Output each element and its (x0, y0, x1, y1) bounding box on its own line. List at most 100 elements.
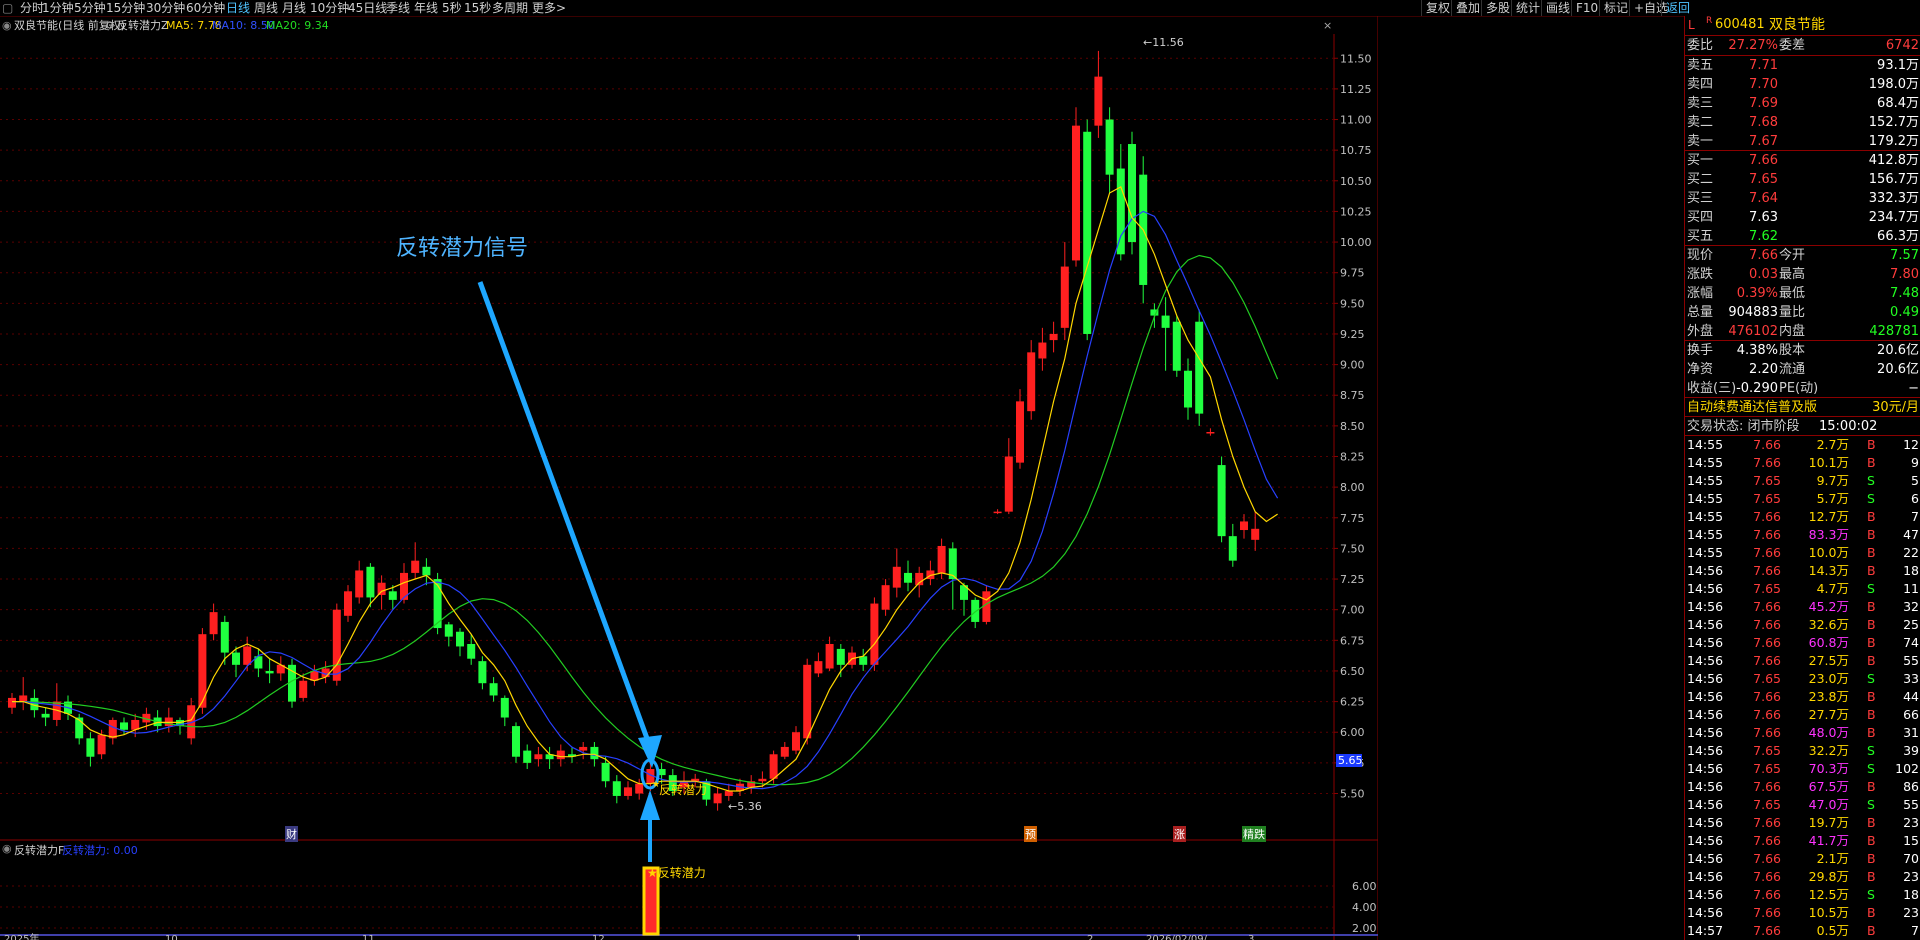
candle-body (523, 750, 532, 763)
candle-body (232, 652, 240, 665)
price-axis-label: 5.50 (1340, 787, 1365, 800)
candle-body (904, 572, 912, 583)
kline-chart[interactable]: 11.50 11.25 11.00 10.75 10.50 10.25 10.00 9.75 9… (0, 0, 1378, 940)
buy-level-3[interactable]: 买四 7.63 234.7万 (1685, 208, 1920, 227)
tick-row: 14:56 7.66 67.5万 B 86 (1687, 779, 1919, 794)
tick-row: 14:55 7.65 9.7万 S 5 (1687, 473, 1919, 488)
panel-header: L R 600481 双良节能 (1685, 16, 1920, 34)
toolbar-button-1[interactable]: 叠加 (1451, 0, 1484, 16)
toolbar-button-5[interactable]: F10 (1571, 0, 1602, 16)
candle-body (556, 750, 565, 760)
tick-row: 14:56 7.65 32.2万 S 39 (1687, 743, 1919, 758)
candle-body (1240, 521, 1248, 531)
candle-body (1228, 536, 1237, 561)
price-axis-label: 8.25 (1340, 451, 1365, 464)
candle-body (1161, 315, 1170, 328)
sell-level-3[interactable]: 卖二 7.68 152.7万 (1685, 113, 1920, 132)
tick-row: 14:55 7.66 10.0万 B 22 (1687, 545, 1919, 560)
toolbar-button-6[interactable]: 标记 (1599, 0, 1632, 16)
signal-arrow-line (477, 281, 655, 753)
tick-row: 14:55 7.66 83.3万 B 47 (1687, 527, 1919, 542)
candle-body (769, 754, 778, 779)
date-axis-label: 2025年 (4, 932, 39, 940)
date-axis-label: 3 (1248, 934, 1254, 940)
stock-name: 双良节能 (1769, 17, 1825, 33)
candle-body (1060, 266, 1069, 328)
tick-row: 14:56 7.66 45.2万 B 32 (1687, 599, 1919, 614)
event-marker-fall[interactable]: 精跌 (1242, 826, 1266, 842)
price-axis-label: 9.00 (1340, 359, 1365, 372)
tick-row: 14:56 7.66 27.7万 B 66 (1687, 707, 1919, 722)
price-axis-label: 10.25 (1340, 205, 1372, 218)
candle-body (814, 661, 823, 674)
price-axis-label: 10.00 (1340, 236, 1372, 249)
candle-body (803, 664, 812, 739)
toolbar-button-3[interactable]: 统计 (1511, 0, 1544, 16)
toolbar-button-2[interactable]: 多股 (1481, 0, 1514, 16)
tick-row: 14:56 7.66 41.7万 B 15 (1687, 833, 1919, 848)
date-axis-label: 12 (592, 934, 605, 940)
sell-level-2[interactable]: 卖三 7.69 68.4万 (1685, 94, 1920, 113)
quote-row-3: 总量 904883 量比 0.49 (1687, 305, 1919, 320)
candle-body (937, 545, 946, 573)
buy-level-2[interactable]: 买三 7.64 332.3万 (1685, 189, 1920, 208)
candle-body (1128, 144, 1136, 243)
sub-chart-name[interactable]: 反转潜力F (14, 842, 64, 858)
candle-body (601, 762, 610, 782)
candle-body (1027, 352, 1036, 412)
event-marker-rise[interactable]: 涨 (1173, 826, 1186, 842)
buy-level-4[interactable]: 买五 7.62 66.3万 (1685, 227, 1920, 246)
candle-body (512, 726, 520, 757)
toolbar-button-4[interactable]: 画线 (1541, 0, 1574, 16)
low-price-label: ←5.36 (728, 800, 762, 813)
weibi-row: 委比 27.27% 委差 6742 (1687, 38, 1919, 53)
signal-arrow-head (638, 735, 662, 768)
toolbar-button-0[interactable]: 复权 (1421, 0, 1454, 16)
candle-body (355, 570, 364, 598)
candle-body (1083, 131, 1092, 334)
price-axis-label: 11.00 (1340, 114, 1372, 127)
candle-body (120, 722, 128, 730)
candle-body (478, 661, 487, 684)
fund-row-1: 净资 2.20 流通 20.6亿 (1687, 362, 1919, 377)
price-axis-label: 7.00 (1340, 604, 1365, 617)
toolbar-button-8[interactable]: 返回 (1661, 0, 1694, 16)
buy-level-1[interactable]: 买二 7.65 156.7万 (1685, 170, 1920, 189)
candle-body (467, 643, 476, 659)
sub-chart-settings-icon[interactable]: ◉ (2, 842, 12, 855)
candle-body (1206, 432, 1215, 434)
panel-r-icon: R (1706, 16, 1713, 26)
sell-level-4[interactable]: 卖一 7.67 179.2万 (1685, 132, 1920, 151)
price-axis-label: 9.25 (1340, 328, 1365, 341)
candle-body (500, 697, 509, 718)
candle-body (971, 599, 980, 622)
event-marker-finance[interactable]: 财 (285, 826, 298, 842)
candle-body (870, 603, 879, 665)
tick-row: 14:56 7.66 2.1万 B 70 (1687, 851, 1919, 866)
price-axis-label: 6.25 (1340, 696, 1365, 709)
sub-chart-value: 反转潜力: 0.00 (62, 844, 138, 857)
event-marker-forecast[interactable]: 预 (1024, 826, 1037, 842)
tick-row: 14:56 7.65 70.3万 S 102 (1687, 761, 1919, 776)
buy-level-0[interactable]: 买一 7.66 412.8万 (1685, 151, 1920, 170)
trading-status: 交易状态: 闭市阶段 15:00:02 (1687, 419, 1878, 434)
date-axis-label: 11 (362, 934, 375, 940)
candle-body (993, 511, 1002, 514)
candle-body (724, 791, 733, 796)
candle-body (534, 754, 543, 760)
candle-body (792, 732, 800, 751)
candle-body (1116, 168, 1125, 255)
sell-level-1[interactable]: 卖四 7.70 198.0万 (1685, 75, 1920, 94)
candle-body (8, 697, 16, 708)
candle-body (758, 778, 767, 782)
price-axis-label: 7.50 (1340, 542, 1365, 555)
price-axis-label: 6.50 (1340, 665, 1365, 678)
sell-level-0[interactable]: 卖五 7.71 93.1万 (1685, 56, 1920, 75)
tick-row: 14:55 7.66 12.7万 B 7 (1687, 509, 1919, 524)
price-axis-label: 9.50 (1340, 297, 1365, 310)
tick-row: 14:56 7.66 14.3万 B 18 (1687, 563, 1919, 578)
sub-marker-label: ★反转潜力 (647, 866, 706, 880)
subscription-ad[interactable]: 自动续费通达信普及版 30元/月 (1685, 398, 1920, 417)
candle-body (892, 566, 901, 588)
quote-panel: L R 600481 双良节能 委比 27.27% 委差 6742 卖五 7.71… (1684, 16, 1920, 940)
